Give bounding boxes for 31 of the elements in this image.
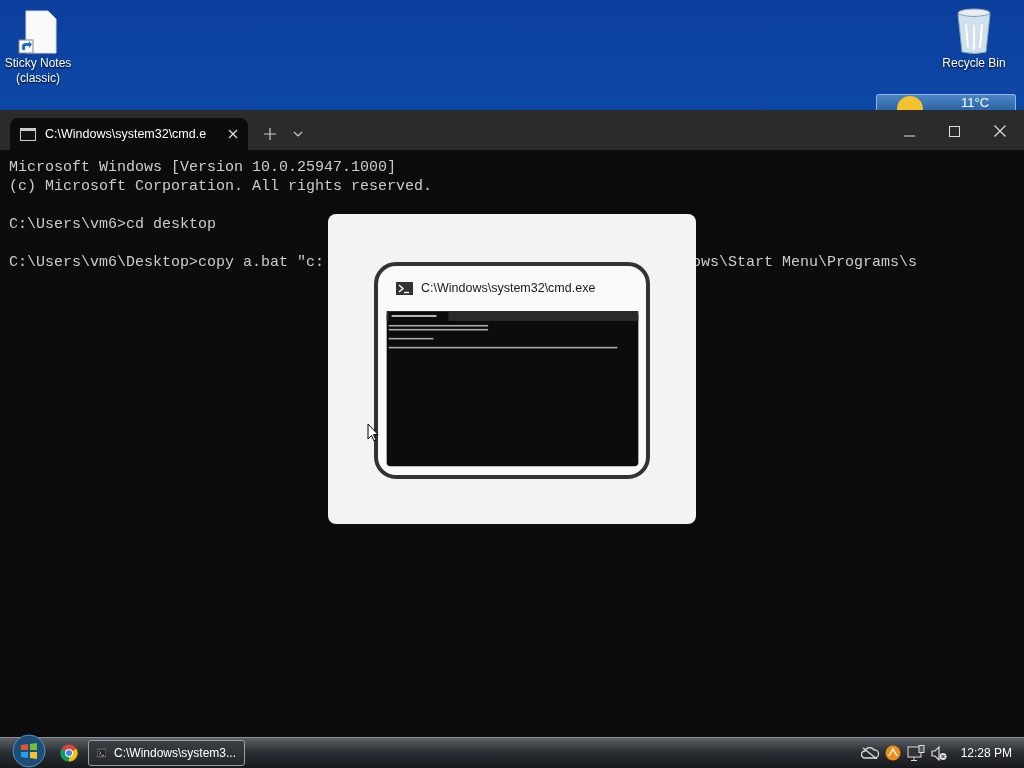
- app-tray-icon[interactable]: [884, 745, 901, 761]
- sun-icon: [895, 95, 925, 110]
- icon-label[interactable]: Recycle Bin: [942, 56, 1006, 71]
- console-text: Microsoft Windows [Version 10.0.25947.1000]: [9, 158, 397, 177]
- console-text: (c) Microsoft Corporation. All rights reserved.: [9, 177, 433, 196]
- console-text: C:\Users\vm6>cd desktop: [9, 215, 217, 234]
- cloud-icon[interactable]: [860, 747, 879, 759]
- document-shortcut-icon[interactable]: [18, 10, 58, 54]
- tab-title: C:\Windows\system32\cmd.e: [45, 127, 208, 141]
- console-text: C:\Users\vm6\Desktop>copy a.bat "c:: [9, 253, 325, 272]
- plus-icon[interactable]: [264, 128, 276, 140]
- taskbar-button[interactable]: C:\Windows\system3...: [88, 740, 245, 766]
- button-label: C:\Windows\system3...: [113, 746, 236, 760]
- tab[interactable]: C:\Windows\system32\cmd.e: [10, 118, 248, 150]
- console-text: ows\Start Menu\Programs\s: [692, 253, 918, 272]
- window-title: C:\Windows\system32\cmd.exe: [421, 281, 596, 296]
- browser-icon[interactable]: [60, 744, 78, 762]
- close-icon[interactable]: [994, 125, 1006, 137]
- recycle-bin-icon[interactable]: [956, 8, 992, 54]
- network-icon[interactable]: [906, 744, 925, 762]
- start-button[interactable]: [10, 734, 48, 768]
- clock[interactable]: 12:28 PM: [960, 746, 1012, 760]
- temperature: 11°C: [961, 96, 990, 110]
- window-thumbnail[interactable]: C:\Windows\system32\cmd.exe: [374, 261, 650, 479]
- weather-widget[interactable]: 11°C: [876, 94, 1016, 110]
- icon-label[interactable]: Sticky Notes (classic): [0, 56, 76, 86]
- speaker-muted-icon[interactable]: [930, 745, 947, 761]
- dropdown-icon[interactable]: [293, 131, 303, 137]
- maximize-icon[interactable]: [949, 126, 960, 137]
- cursor-icon: [367, 423, 379, 442]
- close-icon[interactable]: [228, 129, 238, 139]
